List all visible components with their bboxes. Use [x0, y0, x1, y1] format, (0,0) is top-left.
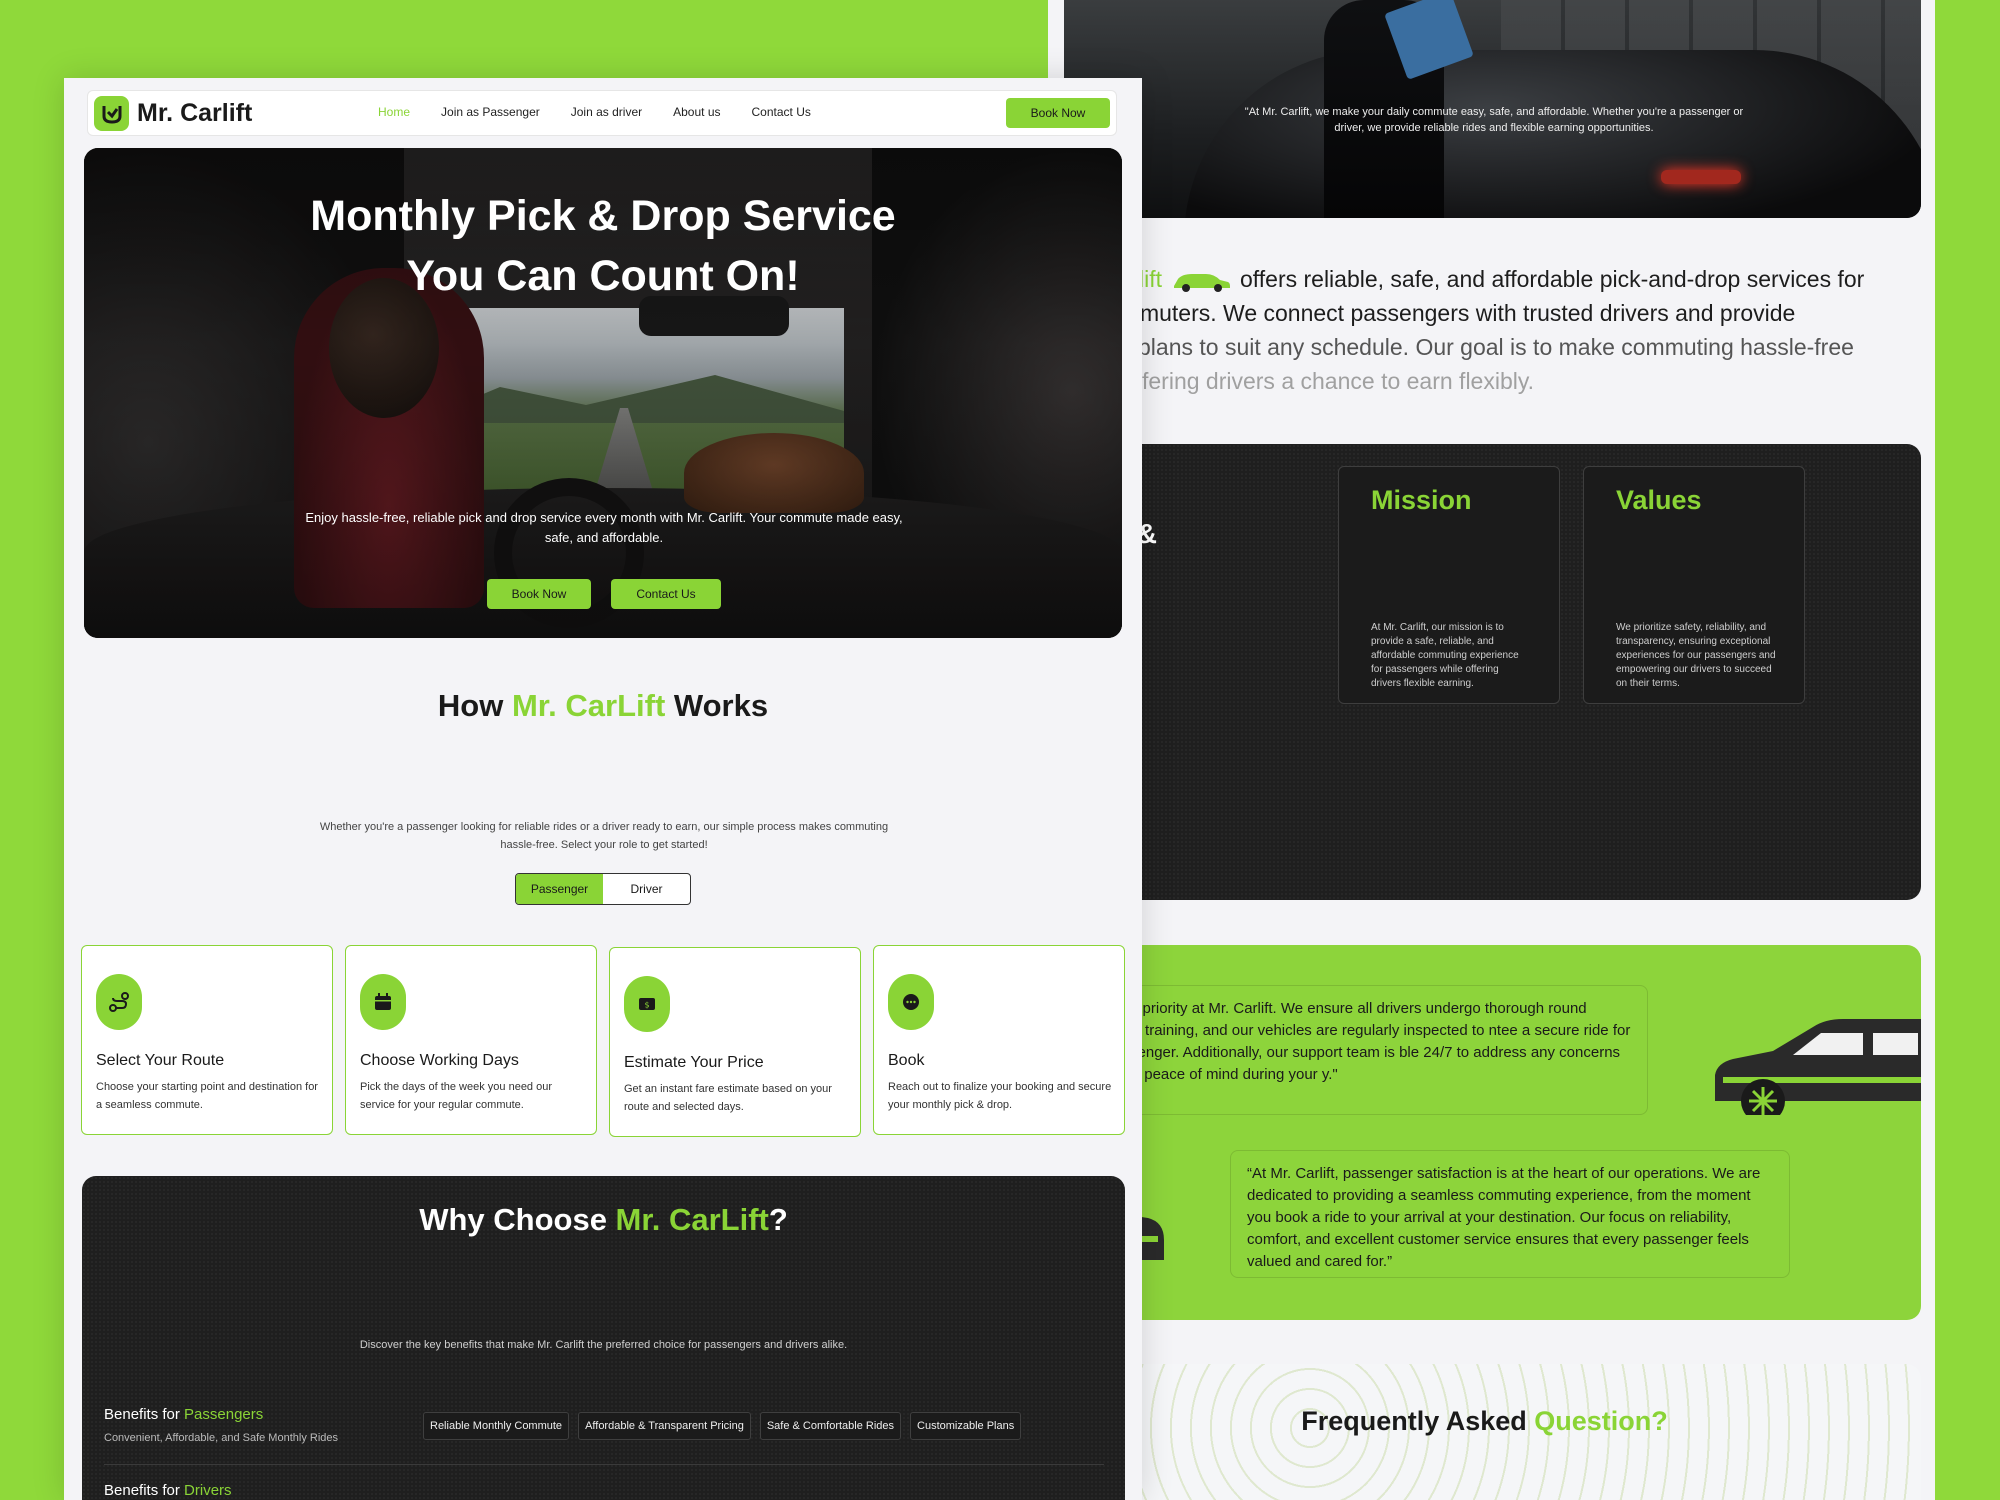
- intro-line-3: plans to suit any schedule. Our goal is …: [1138, 334, 1854, 360]
- why-title: Why Choose Mr. CarLift?: [82, 1202, 1125, 1238]
- hero-title: Monthly Pick & Drop Service You Can Count…: [84, 186, 1122, 306]
- route-icon: [96, 974, 142, 1030]
- step-text: Get an instant fare estimate based on yo…: [624, 1083, 832, 1113]
- nav-join-driver[interactable]: Join as driver: [571, 105, 642, 119]
- step-title: Estimate Your Price: [624, 1054, 764, 1071]
- logo-mark-icon: [94, 96, 129, 131]
- hero-book-now-button[interactable]: Book Now: [487, 579, 591, 609]
- benefits-passengers-title: Benefits for Passengers: [104, 1406, 263, 1423]
- benefits-drivers-title: Benefits for Drivers: [104, 1482, 232, 1499]
- hero-section: Monthly Pick & Drop Service You Can Count…: [84, 148, 1122, 638]
- toggle-passenger[interactable]: Passenger: [516, 874, 603, 904]
- step-text: Pick the days of the week you need our s…: [360, 1081, 553, 1111]
- bp-a: Benefits for: [104, 1406, 185, 1423]
- benefit-tag: Customizable Plans: [910, 1412, 1022, 1440]
- brand-logo[interactable]: Mr. Carlift: [94, 96, 252, 131]
- hero-title-line-1: Monthly Pick & Drop Service: [310, 192, 896, 240]
- step-text: Reach out to finalize your booking and s…: [888, 1081, 1112, 1111]
- mission-title: Mission: [1371, 485, 1472, 515]
- intro-text-1: offers reliable, safe, and affordable pi…: [1240, 266, 1865, 292]
- toggle-driver[interactable]: Driver: [603, 874, 690, 904]
- benefit-tag: Safe & Comfortable Rides: [759, 1412, 902, 1440]
- bp-b: Passengers: [184, 1406, 264, 1423]
- benefits-passengers-subtitle: Convenient, Affordable, and Safe Monthly…: [104, 1432, 339, 1444]
- nav-contact[interactable]: Contact Us: [752, 105, 811, 119]
- mission-text: At Mr. Carlift, our mission is to provid…: [1371, 622, 1519, 689]
- benefit-tag: Reliable Monthly Commute: [423, 1412, 570, 1440]
- step-card-price[interactable]: $ Estimate Your Price Get an instant far…: [609, 947, 861, 1137]
- satisfaction-quote: “At Mr. Carlift, passenger satisfaction …: [1230, 1150, 1790, 1278]
- bd-b: Drivers: [184, 1482, 232, 1499]
- chat-bubble-icon: [888, 974, 934, 1030]
- why-subtitle: Discover the key benefits that make Mr. …: [359, 1339, 848, 1351]
- about-hero-quote: "At Mr. Carlift, we make your daily comm…: [1244, 106, 1744, 134]
- why-title-a: Why Choose: [419, 1202, 616, 1237]
- intro-line-2: ommuters. We connect passengers with tru…: [1108, 300, 1796, 326]
- how-it-works-subtitle: Whether you're a passenger looking for r…: [319, 821, 889, 851]
- passenger-benefit-tags: Reliable Monthly Commute Affordable & Tr…: [423, 1412, 1022, 1440]
- about-hero-image: "At Mr. Carlift, we make your daily comm…: [1064, 0, 1921, 218]
- step-text: Choose your starting point and destinati…: [96, 1081, 318, 1111]
- step-card-days[interactable]: Choose Working Days Pick the days of the…: [345, 945, 597, 1135]
- step-card-book[interactable]: Book Reach out to finalize your booking …: [873, 945, 1125, 1135]
- how-it-works-title: How Mr. CarLift Works: [64, 688, 1142, 724]
- car-icon: [1174, 273, 1230, 292]
- intro-line-4: fering drivers a chance to earn flexibly…: [1142, 368, 1535, 394]
- intro-line-1: lift offers reliable, safe, and affordabl…: [1139, 262, 1864, 296]
- faq-title-a: Frequently Asked: [1301, 1406, 1535, 1436]
- brand-name: Mr. Carlift: [137, 99, 253, 127]
- intro-brand: lift: [1139, 266, 1162, 292]
- car-illustration: [1715, 1019, 1921, 1115]
- car-taillight: [1661, 170, 1741, 184]
- nav-book-now-button[interactable]: Book Now: [1006, 98, 1110, 128]
- values-card: Values We prioritize safety, reliability…: [1583, 466, 1805, 704]
- role-toggle: Passenger Driver: [515, 873, 691, 905]
- step-title: Book: [888, 1052, 925, 1069]
- faq-section: Frequently Asked Question?: [1048, 1364, 1921, 1500]
- values-title: Values: [1616, 485, 1702, 515]
- benefit-tag: Affordable & Transparent Pricing: [578, 1412, 751, 1440]
- why-title-c: ?: [768, 1202, 788, 1237]
- safety-section: y is our top priority at Mr. Carlift. We…: [1048, 945, 1921, 1320]
- values-text: We prioritize safety, reliability, and t…: [1616, 622, 1776, 689]
- nav-home[interactable]: Home: [378, 105, 410, 119]
- home-page: Mr. Carlift Home Join as Passenger Join …: [64, 78, 1142, 1500]
- faq-title-b: Question?: [1534, 1406, 1668, 1436]
- nav-join-passenger[interactable]: Join as Passenger: [441, 105, 540, 119]
- nav-about[interactable]: About us: [673, 105, 720, 119]
- how-title-a: How: [437, 688, 512, 723]
- step-title: Choose Working Days: [360, 1052, 519, 1069]
- hero-subtitle: Enjoy hassle-free, reliable pick and dro…: [305, 510, 903, 545]
- hero-contact-button[interactable]: Contact Us: [611, 579, 721, 609]
- why-choose-section: Why Choose Mr. CarLift? Discover the key…: [82, 1176, 1125, 1500]
- mission-card: Mission At Mr. Carlift, our mission is t…: [1338, 466, 1560, 704]
- step-card-route[interactable]: Select Your Route Choose your starting p…: [81, 945, 333, 1135]
- price-tag-icon: $: [624, 976, 670, 1032]
- bd-a: Benefits for: [104, 1482, 185, 1499]
- divider: [104, 1464, 1104, 1465]
- mission-values-section: ur ission & alues Mission At Mr. Carlift…: [1048, 444, 1921, 900]
- step-title: Select Your Route: [96, 1052, 225, 1069]
- how-title-b: Mr. CarLift: [511, 688, 666, 723]
- hero-title-line-2: You Can Count On!: [406, 252, 800, 300]
- how-title-c: Works: [665, 688, 769, 723]
- faq-title: Frequently Asked Question?: [1048, 1406, 1921, 1437]
- calendar-icon: [360, 974, 406, 1030]
- svg-text:$: $: [644, 1001, 649, 1010]
- why-title-b: Mr. CarLift: [615, 1202, 769, 1237]
- about-page-preview: "At Mr. Carlift, we make your daily comm…: [1048, 0, 1935, 1500]
- nav-links: Home Join as Passenger Join as driver Ab…: [378, 105, 811, 119]
- navbar: Mr. Carlift Home Join as Passenger Join …: [87, 90, 1117, 136]
